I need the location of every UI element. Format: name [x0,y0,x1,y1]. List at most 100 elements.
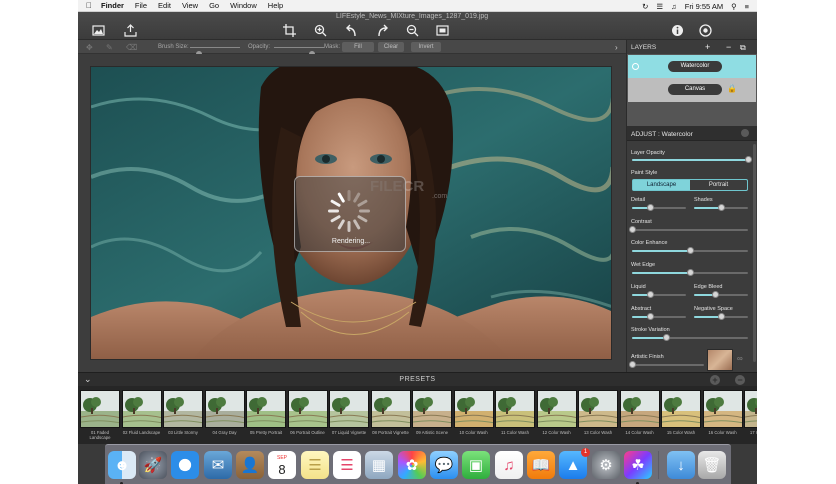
paint-style-portrait[interactable]: Portrait [690,180,747,190]
slider-knob[interactable] [712,291,720,298]
itunes-icon[interactable]: ♫ [495,451,523,479]
preset-item[interactable]: 14 Color Wash [619,390,660,435]
clear-button[interactable]: Clear [378,42,404,52]
zoom-out-icon[interactable] [406,24,419,37]
layer-visibility-icon[interactable] [632,63,639,70]
volume-icon[interactable]: ♫ [671,2,677,11]
settings-icon[interactable] [699,24,712,37]
open-image-icon[interactable] [92,24,105,37]
remove-preset-icon[interactable]: − [735,375,745,385]
system-preferences-icon[interactable]: ⚙ [592,451,620,479]
preset-item[interactable]: 15 Color Wash [661,390,701,435]
wet-edge-slider[interactable] [632,269,748,276]
fill-button[interactable]: Fill [342,42,374,52]
invert-button[interactable]: Invert [411,42,441,52]
info-icon[interactable] [671,24,684,37]
wifi-icon[interactable]: ☰ [656,2,663,11]
slider-knob[interactable] [647,313,655,320]
mail-icon[interactable]: ✉ [204,451,232,479]
preset-item[interactable]: 01 Faded Landscape [80,390,120,440]
remove-layer-icon[interactable]: − [726,42,731,52]
reset-icon[interactable] [741,129,749,137]
share-icon[interactable] [124,24,137,37]
negative-space-slider[interactable] [694,313,748,320]
slider-knob[interactable] [744,156,752,163]
slider-knob[interactable] [628,226,636,233]
preset-item[interactable]: 05 Pretty Portrait [246,390,286,435]
slider-knob[interactable] [647,291,655,298]
layer-canvas[interactable]: Canvas [668,84,722,95]
redo-icon[interactable] [376,24,389,37]
abstract-slider[interactable] [632,313,686,320]
downloads-icon[interactable]: ↓ [667,451,695,479]
launchpad-icon[interactable]: 🚀 [139,451,167,479]
preset-item[interactable]: 13 Color Wash [578,390,618,435]
opacity-slider[interactable] [274,47,324,57]
fit-screen-icon[interactable] [436,24,449,37]
sync-icon[interactable]: ↻ [642,2,648,11]
menu-file[interactable]: File [135,1,147,10]
artistic-finish-slider[interactable] [628,361,704,368]
preset-item[interactable]: 03 Little Stormy [163,390,203,435]
preset-item[interactable]: 12 Color Wash [536,390,577,435]
preset-item[interactable]: 08 Portrait Vignette [370,390,411,435]
contacts-icon[interactable]: 👤 [236,451,264,479]
list-icon[interactable]: ≡ [745,2,749,11]
messages-icon[interactable]: 💬 [430,451,458,479]
contrast-slider[interactable] [628,226,748,233]
calendar-icon[interactable]: SEP 8 [268,451,296,479]
facetime-icon[interactable]: ▣ [462,451,490,479]
artistic-finish-texture[interactable] [707,349,733,371]
shades-slider[interactable] [694,204,748,211]
duplicate-layer-icon[interactable]: ⧉ [740,43,746,53]
chevron-right-icon[interactable]: › [615,43,618,52]
slider-knob[interactable] [628,361,636,368]
reminders-icon[interactable]: ☰ [333,451,361,479]
search-icon[interactable]: ⚲ [731,2,737,11]
clock[interactable]: Fri 9:55 AM [685,2,723,11]
eraser-tool-icon[interactable]: ⌫ [126,43,137,52]
apple-icon[interactable]:  [86,1,92,10]
menu-go[interactable]: Go [209,1,219,10]
slider-knob[interactable] [686,269,694,276]
menu-window[interactable]: Window [230,1,257,10]
safari-icon[interactable]: ▲ [171,451,199,479]
zoom-in-icon[interactable] [314,24,327,37]
slider-knob[interactable] [717,313,725,320]
add-preset-icon[interactable]: + [710,375,720,385]
stroke-variation-slider[interactable] [632,334,748,341]
trash-icon[interactable]: 🗑 [698,451,726,479]
color-enhance-slider[interactable] [632,247,748,254]
preview-icon[interactable]: ▦ [365,451,393,479]
slider-knob[interactable] [717,204,725,211]
preset-item[interactable]: 11 Color Wash [495,390,535,435]
adjust-scrollbar[interactable] [753,144,756,362]
slider-knob[interactable] [686,247,694,254]
crop-icon[interactable] [283,24,296,37]
ibooks-icon[interactable]: 📖 [527,451,555,479]
preset-item[interactable]: 17 Color Wash [744,390,757,435]
slider-knob[interactable] [647,204,655,211]
paint-style-landscape[interactable]: Landscape [633,180,690,190]
layer-opacity-slider[interactable] [632,156,752,163]
undo-icon[interactable] [345,24,358,37]
move-tool-icon[interactable]: ✥ [86,43,93,52]
menu-view[interactable]: View [182,1,198,10]
jixipix-watercolor-icon[interactable]: ☘ [624,451,652,479]
add-layer-icon[interactable]: + [705,42,710,52]
link-icon[interactable]: ∞ [737,354,743,363]
preset-item[interactable]: 04 Gray Day [204,390,245,435]
notes-icon[interactable]: ☰ [301,451,329,479]
layer-row-watercolor[interactable]: Watercolor [628,55,756,79]
preset-item[interactable]: 06 Portrait Outline [287,390,328,435]
photos-icon[interactable]: ✿ [398,451,426,479]
menu-help[interactable]: Help [268,1,283,10]
edge-bleed-slider[interactable] [694,291,748,298]
layer-watercolor[interactable]: Watercolor [668,61,722,72]
detail-slider[interactable] [632,204,686,211]
finder-icon[interactable]: ☻ [108,451,136,479]
preset-item[interactable]: 02 Fluid Landscape [121,390,162,435]
menu-finder[interactable]: Finder [101,1,124,10]
layer-row-canvas[interactable]: Canvas 🔒 [628,78,756,102]
brush-size-slider[interactable] [190,47,240,57]
